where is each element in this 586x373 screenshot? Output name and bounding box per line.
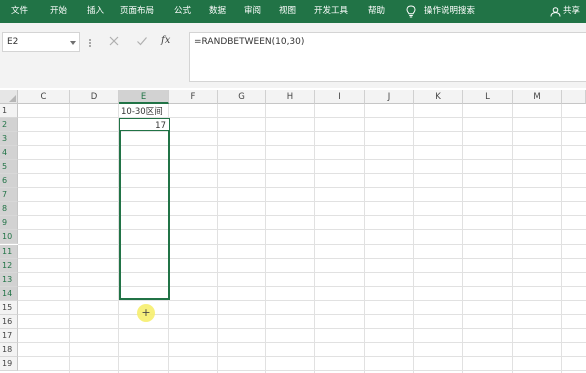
column-header-d[interactable]: D (70, 90, 119, 104)
select-all-corner[interactable] (0, 90, 18, 104)
row-header-11[interactable]: 11 (0, 245, 18, 259)
row-header-19[interactable]: 19 (0, 357, 18, 371)
column-header-g[interactable]: G (218, 90, 266, 104)
tab-review[interactable]: 审阅 (244, 6, 261, 17)
cell-e1[interactable]: 10-30区间 (121, 107, 163, 117)
row-header-7[interactable]: 7 (0, 188, 18, 202)
enter-check-icon[interactable] (136, 35, 148, 47)
cell-grid[interactable] (18, 104, 586, 373)
column-header-f[interactable]: F (169, 90, 218, 104)
row-header-2[interactable]: 2 (0, 118, 18, 132)
cancel-icon[interactable] (108, 35, 120, 47)
row-header-12[interactable]: 12 (0, 259, 18, 273)
row-header-1[interactable]: 1 (0, 104, 18, 118)
tab-insert[interactable]: 插入 (87, 6, 104, 17)
tab-developer[interactable]: 开发工具 (314, 6, 348, 17)
tab-data[interactable]: 数据 (209, 6, 226, 17)
column-header-e[interactable]: E (119, 90, 169, 104)
name-box-value: E2 (7, 37, 19, 47)
column-header-j[interactable]: J (365, 90, 414, 104)
column-header-l[interactable]: L (463, 90, 513, 104)
row-header-14[interactable]: 14 (0, 287, 18, 301)
tell-me-search[interactable]: 操作说明搜索 (424, 6, 475, 17)
row-header-10[interactable]: 10 (0, 230, 18, 244)
cursor-highlight: + (137, 304, 155, 322)
row-header-6[interactable]: 6 (0, 174, 18, 188)
ribbon-content-area (0, 23, 586, 31)
name-box[interactable]: E2 (2, 32, 80, 52)
column-header-overflow[interactable] (562, 90, 586, 104)
row-header-3[interactable]: 3 (0, 132, 18, 146)
cell-e2[interactable]: 17 (121, 121, 166, 131)
column-header-i[interactable]: I (315, 90, 365, 104)
row-header-5[interactable]: 5 (0, 160, 18, 174)
formula-text: =RANDBETWEEN(10,30) (194, 37, 305, 47)
tab-formulas[interactable]: 公式 (174, 6, 191, 17)
row-header-13[interactable]: 13 (0, 273, 18, 287)
column-header-m[interactable]: M (513, 90, 562, 104)
column-header-c[interactable]: C (18, 90, 70, 104)
row-header-18[interactable]: 18 (0, 343, 18, 357)
ribbon-tab-bar: 文件 开始 插入 页面布局 公式 数据 审阅 视图 开发工具 帮助 操作说明搜索… (0, 0, 586, 23)
tab-file[interactable]: 文件 (11, 6, 28, 17)
drag-handle-icon[interactable] (89, 39, 91, 47)
tab-help[interactable]: 帮助 (368, 6, 385, 17)
row-header-17[interactable]: 17 (0, 329, 18, 343)
insert-function-button[interactable]: fx (161, 34, 170, 47)
formula-input[interactable]: =RANDBETWEEN(10,30) (189, 32, 586, 82)
row-header-16[interactable]: 16 (0, 315, 18, 329)
row-header-9[interactable]: 9 (0, 216, 18, 230)
tab-page-layout[interactable]: 页面布局 (120, 6, 154, 17)
person-icon (550, 7, 561, 17)
share-label: 共享 (563, 6, 581, 16)
crosshair-cursor-icon: + (141, 306, 151, 319)
formula-bar: E2 fx =RANDBETWEEN(10,30) (0, 31, 586, 88)
column-header-h[interactable]: H (266, 90, 315, 104)
column-header-k[interactable]: K (414, 90, 463, 104)
chevron-down-icon[interactable] (70, 41, 76, 45)
tab-view[interactable]: 视图 (279, 6, 296, 17)
tab-home[interactable]: 开始 (50, 6, 67, 17)
lightbulb-icon (406, 5, 416, 18)
selection-range (119, 118, 170, 300)
row-header-4[interactable]: 4 (0, 146, 18, 160)
row-header-15[interactable]: 15 (0, 301, 18, 315)
row-header-8[interactable]: 8 (0, 202, 18, 216)
